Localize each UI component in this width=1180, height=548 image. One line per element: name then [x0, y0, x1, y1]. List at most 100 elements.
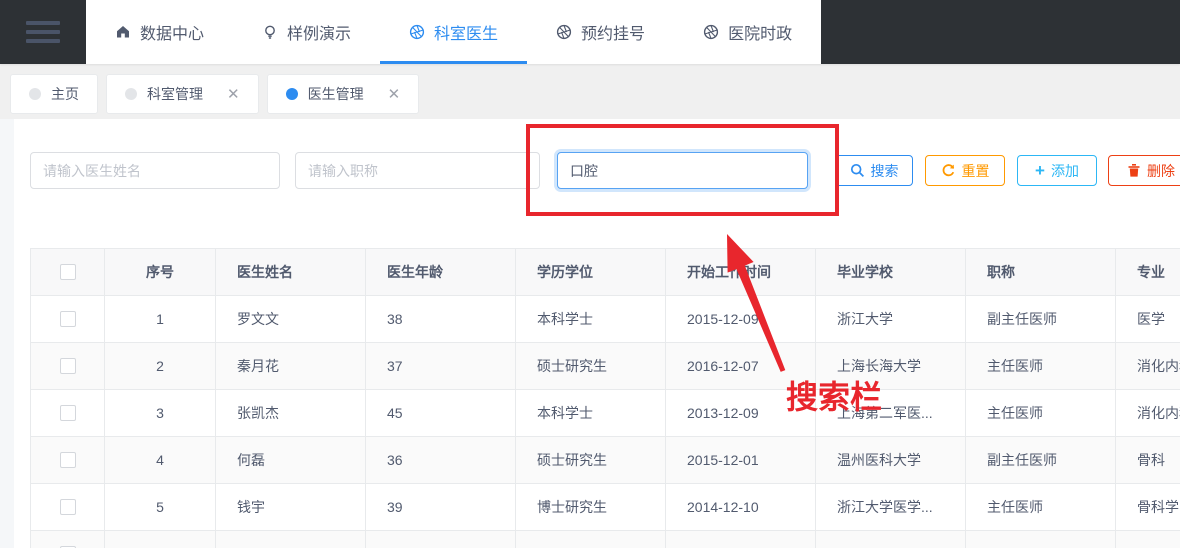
- nav-item-label: 医院时政: [728, 26, 793, 43]
- doctor-title-input[interactable]: [295, 152, 540, 189]
- table-row: 3 张凯杰 45 本科学士 2013-12-09 上海第二军医... 主任医师 …: [30, 389, 1180, 437]
- bulb-icon: [262, 24, 278, 40]
- search-button[interactable]: 搜索: [835, 155, 913, 186]
- cell-degree: 本科学士: [515, 389, 666, 437]
- select-all-checkbox[interactable]: [59, 264, 76, 280]
- cell-title: 主任医师: [965, 342, 1116, 390]
- cell-degree: 硕士研究生: [515, 436, 666, 484]
- nav-item-hospital-affairs[interactable]: 医院时政: [674, 0, 821, 64]
- aperture-icon: [556, 24, 572, 40]
- nav-item-label: 科室医生: [434, 26, 499, 43]
- cell-start-date: 2016-12-07: [665, 342, 816, 390]
- table-row: 1 罗文文 38 本科学士 2015-12-09 浙江大学 副主任医师 医学: [30, 295, 1180, 343]
- cell-start-date: 2015-12-09: [665, 295, 816, 343]
- cell-index: 1: [104, 295, 216, 343]
- doctor-management-panel: 搜索 重置 + 添加 删除 序号 医生姓名 医生年龄: [14, 119, 1180, 548]
- tab-doctor-management[interactable]: 医生管理 ✕: [266, 74, 420, 114]
- cell-title: 主任医师: [965, 483, 1116, 531]
- nav-item-appointment[interactable]: 预约挂号: [527, 0, 674, 64]
- plus-icon: +: [1035, 161, 1045, 180]
- cell-index: 4: [104, 436, 216, 484]
- cell-title: 副主任医师: [965, 436, 1116, 484]
- cell-degree: 硕士研究生: [515, 342, 666, 390]
- nav-item-label: 数据中心: [140, 26, 205, 43]
- search-icon: [850, 163, 864, 178]
- row-checkbox[interactable]: [59, 452, 76, 468]
- nav-item-label: 预约挂号: [581, 26, 646, 43]
- cell-index: 2: [104, 342, 216, 390]
- top-navbar: 数据中心 样例演示 科室医生 预约挂号 医院时政: [0, 0, 1180, 64]
- table-row-partial: [30, 530, 1180, 548]
- column-header-name: 医生姓名: [215, 248, 366, 296]
- doctor-table: 序号 医生姓名 医生年龄 学历学位 开始工作时间 毕业学校 职称 专业 1 罗文…: [30, 248, 1180, 548]
- reset-button[interactable]: 重置: [925, 155, 1005, 186]
- row-checkbox[interactable]: [59, 405, 76, 421]
- tab-label: 主页: [51, 86, 79, 102]
- navbar-filler: [821, 0, 1180, 64]
- cell-major: 骨科: [1115, 436, 1180, 484]
- trash-icon: [1128, 164, 1140, 177]
- close-icon[interactable]: ✕: [388, 86, 401, 102]
- cell-age: 39: [365, 483, 516, 531]
- refresh-icon: [942, 164, 954, 177]
- nav-item-sample-demo[interactable]: 样例演示: [233, 0, 380, 64]
- row-checkbox[interactable]: [59, 499, 76, 515]
- cell-name: 秦月花: [215, 342, 366, 390]
- cell-major: 医学: [1115, 295, 1180, 343]
- doctor-name-input[interactable]: [30, 152, 280, 189]
- cell-age: 37: [365, 342, 516, 390]
- cell-school: 上海长海大学: [815, 342, 966, 390]
- reset-button-label: 重置: [961, 162, 990, 179]
- tab-label: 科室管理: [147, 86, 203, 102]
- cell-school: 上海第二军医...: [815, 389, 966, 437]
- hamburger-menu-icon[interactable]: [0, 0, 86, 64]
- nav-item-data-center[interactable]: 数据中心: [86, 0, 233, 64]
- close-icon[interactable]: ✕: [227, 86, 240, 102]
- cell-major: 消化内科: [1115, 389, 1180, 437]
- aperture-icon: [409, 24, 425, 40]
- tab-status-dot: [29, 88, 41, 100]
- cell-index: 3: [104, 389, 216, 437]
- cell-name: 张凯杰: [215, 389, 366, 437]
- nav-item-label: 样例演示: [287, 26, 352, 43]
- cell-start-date: 2015-12-01: [665, 436, 816, 484]
- delete-button[interactable]: 删除: [1108, 155, 1180, 186]
- add-button-label: 添加: [1050, 162, 1079, 179]
- cell-school: 温州医科大学: [815, 436, 966, 484]
- tab-home[interactable]: 主页: [10, 74, 98, 114]
- cell-major: 消化内科: [1115, 342, 1180, 390]
- tab-label: 医生管理: [307, 86, 364, 102]
- cell-name: 何磊: [215, 436, 366, 484]
- table-row: 4 何磊 36 硕士研究生 2015-12-01 温州医科大学 副主任医师 骨科: [30, 436, 1180, 484]
- cell-age: 45: [365, 389, 516, 437]
- column-header-start-date: 开始工作时间: [665, 248, 816, 296]
- tab-department-management[interactable]: 科室管理 ✕: [106, 74, 259, 114]
- row-checkbox[interactable]: [59, 358, 76, 374]
- cell-name: 钱宇: [215, 483, 366, 531]
- table-row: 2 秦月花 37 硕士研究生 2016-12-07 上海长海大学 主任医师 消化…: [30, 342, 1180, 390]
- table-header-row: 序号 医生姓名 医生年龄 学历学位 开始工作时间 毕业学校 职称 专业: [30, 248, 1180, 296]
- column-header-title: 职称: [965, 248, 1116, 296]
- filter-toolbar: 搜索 重置 + 添加 删除: [14, 119, 1180, 248]
- add-button[interactable]: + 添加: [1017, 155, 1097, 186]
- department-search-input[interactable]: [557, 152, 808, 189]
- search-button-label: 搜索: [870, 162, 899, 179]
- column-header-age: 医生年龄: [365, 248, 516, 296]
- table-row: 5 钱宇 39 博士研究生 2014-12-10 浙江大学医学... 主任医师 …: [30, 483, 1180, 531]
- main-menu: 数据中心 样例演示 科室医生 预约挂号 医院时政: [86, 0, 822, 64]
- cell-start-date: 2014-12-10: [665, 483, 816, 531]
- cell-degree: 本科学士: [515, 295, 666, 343]
- cell-title: 副主任医师: [965, 295, 1116, 343]
- column-header-degree: 学历学位: [515, 248, 666, 296]
- column-header-index: 序号: [104, 248, 216, 296]
- cell-name: 罗文文: [215, 295, 366, 343]
- cell-school: 浙江大学医学...: [815, 483, 966, 531]
- cell-start-date: 2013-12-09: [665, 389, 816, 437]
- doctor-table-wrapper: 序号 医生姓名 医生年龄 学历学位 开始工作时间 毕业学校 职称 专业 1 罗文…: [30, 248, 1180, 548]
- nav-item-department-doctors[interactable]: 科室医生: [380, 0, 528, 64]
- home-icon: [115, 24, 131, 40]
- row-checkbox[interactable]: [59, 311, 76, 327]
- cell-school: 浙江大学: [815, 295, 966, 343]
- cell-title: 主任医师: [965, 389, 1116, 437]
- tab-status-dot: [285, 88, 298, 100]
